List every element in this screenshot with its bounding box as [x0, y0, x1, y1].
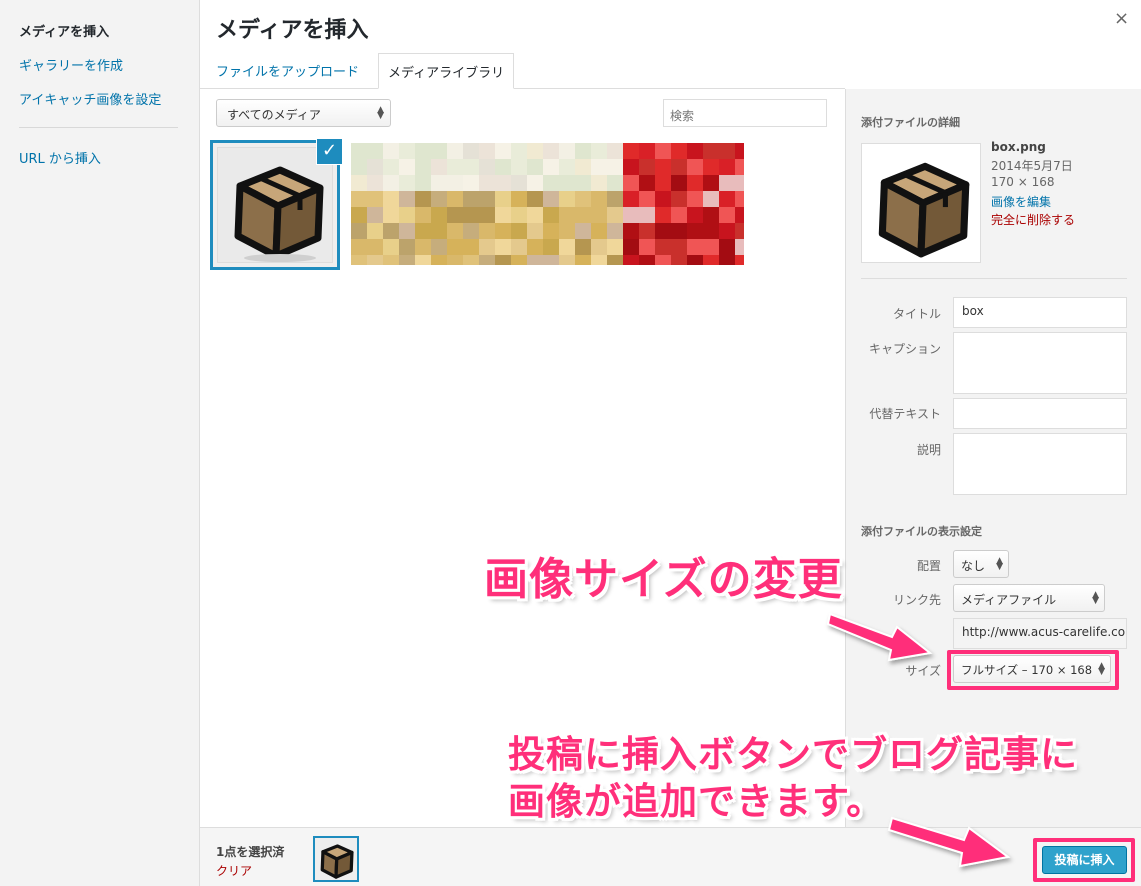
media-frame-menu: メディアを挿入 ギャラリーを作成 アイキャッチ画像を設定 URL から挿入: [0, 0, 200, 886]
align-label: 配置: [916, 559, 941, 573]
caption-label: キャプション: [868, 342, 941, 356]
insert-highlight-box: [1033, 838, 1135, 882]
description-label: 説明: [916, 443, 941, 457]
alt-text-input[interactable]: [953, 398, 1127, 429]
search-input[interactable]: [663, 99, 827, 127]
size-label: サイズ: [905, 664, 941, 678]
link-to-value: メディアファイル: [961, 593, 1057, 607]
align-value: なし: [961, 559, 986, 573]
details-filename: box.png: [991, 140, 1046, 154]
router-tabs: ファイルをアップロード メディアライブラリ: [200, 52, 845, 89]
media-filter-select[interactable]: すべてのメディア ▲ ▼: [216, 99, 391, 127]
menu-item-insert-from-url[interactable]: URL から挿入: [19, 148, 101, 167]
caption-textarea[interactable]: [953, 332, 1127, 394]
size-highlight-box: [947, 650, 1119, 690]
display-settings-heading: 添付ファイルの表示設定: [861, 525, 982, 538]
size-change-annotation: 画像サイズの変更: [484, 554, 843, 605]
insert-annotation-line2: 画像が追加できます。: [508, 780, 885, 823]
edit-image-link[interactable]: 画像を編集: [991, 193, 1051, 210]
close-icon[interactable]: ×: [1114, 8, 1129, 29]
insert-annotation-line1: 投稿に挿入ボタンでブログ記事に: [508, 733, 1078, 776]
selected-check-icon[interactable]: ✓: [316, 138, 343, 165]
menu-separator: [19, 127, 178, 128]
description-textarea[interactable]: [953, 433, 1127, 495]
details-dimensions: 170 × 168: [991, 175, 1055, 189]
title-label: タイトル: [892, 307, 941, 321]
menu-item-create-gallery[interactable]: ギャラリーを作成: [19, 55, 123, 74]
link-to-select[interactable]: メディアファイル ▲ ▼: [953, 584, 1105, 612]
alt-text-label: 代替テキスト: [869, 407, 941, 421]
select-arrows-icon: ▲ ▼: [996, 556, 1003, 572]
select-arrows-icon: ▲ ▼: [1092, 590, 1099, 606]
blurred-attachment-thumbnail[interactable]: [351, 143, 744, 265]
align-select[interactable]: なし ▲ ▼: [953, 550, 1009, 578]
clear-selection-link[interactable]: クリア: [216, 862, 252, 879]
media-filter-value: すべてのメディア: [227, 108, 321, 122]
link-url-input[interactable]: http://www.acus-carelife.cor: [953, 618, 1127, 649]
menu-item-insert-media[interactable]: メディアを挿入: [19, 21, 109, 40]
select-arrows-icon: ▲ ▼: [377, 105, 384, 121]
menu-item-featured-image[interactable]: アイキャッチ画像を設定: [19, 89, 161, 108]
selection-count: 1点を選択済: [216, 845, 285, 859]
link-to-label: リンク先: [892, 593, 941, 607]
details-heading: 添付ファイルの詳細: [861, 116, 960, 129]
selection-thumbnail[interactable]: [313, 836, 359, 882]
modal-title: メディアを挿入: [216, 18, 369, 43]
tab-upload-files[interactable]: ファイルをアップロード: [207, 53, 368, 89]
details-date: 2014年5月7日: [991, 159, 1073, 173]
delete-permanently-link[interactable]: 完全に削除する: [991, 211, 1075, 228]
details-divider: [861, 278, 1127, 279]
tab-media-library[interactable]: メディアライブラリ: [378, 53, 515, 89]
title-input[interactable]: box: [953, 297, 1127, 328]
details-preview-image: [861, 143, 981, 263]
